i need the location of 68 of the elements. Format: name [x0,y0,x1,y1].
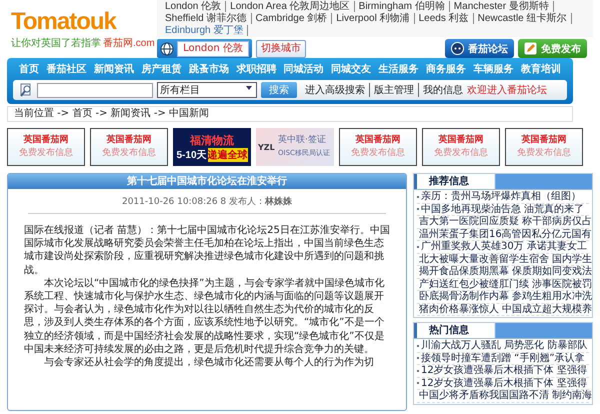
forum-button[interactable]: 番茄论坛 [445,39,514,58]
ad-subtitle: 免费发布信息 [102,147,156,160]
globe-icon [160,42,174,56]
city-link[interactable]: London Area 伦敦周边地区 [226,1,355,12]
news-link[interactable]: 川渝大战万人骚乱 局势恶化 防暴部队 [421,340,588,352]
search-field[interactable] [37,82,153,98]
ad-title: 英国番茄网 [106,134,152,147]
article-paragraph: 本次论坛以“中国城市化的绿色抉择”为主题，与会专家学者就中国绿色城市化系统工程、快速城市化与保护水生态、绿色城市化的内涵与面临的问题等议题展开探讨。与会者认为，绿色城市化作为对以往以牺牲自然生态为代价的城市化的反思，涉及到人类生存体系的各个方面，应该系统性地予以研究。“城市化”不是一个独立的经济领域，而是中国经济社会发展的战略性要求，实现“绿色城市化”不仅是中国未来经济可持续发展的必由之路，更是后危机时代提升综合竞争力的关键。 [24,276,386,356]
pencil-icon [524,42,537,55]
news-link[interactable]: 亲历：贵州马场坪爆炸真相（组图） [421,191,581,202]
city-link[interactable]: Cambridge 剑桥 [252,13,332,24]
article-paragraph: 与会专家还从社会学的角度提出，绿色城市化还需要从每个人的行为作为切 [43,356,375,370]
news-link[interactable]: 接领导时撞车遭刮蹭 “手刚翘”承认拿 [421,352,585,364]
news-link[interactable]: 吉大第一医院回应质疑 称干部病房仅占 [419,216,592,228]
news-link[interactable]: 广州重奖救人英雄30万 承诺其妻女工 [421,241,587,252]
toolbar-link[interactable]: 进入高级搜索 [301,83,365,97]
news-link[interactable]: 中国多地再现柴油告急 油荒真的来了 [421,204,584,215]
city-link[interactable]: Sheffield 谢菲尔德 [161,13,252,24]
article-meta: 2011-10-26 10:08:26 8 发布人：林姝姝 [28,189,386,214]
city-link[interactable]: Liverpool 利物浦 [332,13,415,24]
ad-banner[interactable]: 英国番茄网 免费发布信息 [339,128,417,166]
article-title: 第十七届中国城市化论坛在淮安举行 [8,174,406,189]
ad-title: 英中联·签证 [278,134,327,147]
toolbar-link[interactable]: 欢迎进入番茄论坛 [467,83,547,97]
ad-subtitle: 免费发布信息 [517,147,571,160]
news-link[interactable]: 揭开食品保质期黑幕 保质期如同变戏法 [419,266,592,278]
ad-title: 英国番茄网 [24,134,68,147]
breadcrumb: 当前位置 -> 首页 -> 新闻资讯 -> 中国新闻 [14,108,210,119]
ad-logo: YZL [258,142,276,154]
ad-title: 英国番茄网 [438,134,484,147]
ad-banner[interactable]: 英国番茄网 免费发布信息 [422,128,500,166]
news-link[interactable]: 猪肉价格暴涨惊人 中国成立超大规模养 [419,304,592,315]
city-link[interactable]: Manchester 曼彻斯特 [450,1,554,12]
ad-banner[interactable]: 英国番茄网 免费发布信息 [90,128,168,166]
article-paragraph: 国际在线报道（记者 苗慧）：第十七届中国城市化论坛25日在江苏淮安举行。中国国际城市化发展战略研究委员会荣誉主任毛加柏在论坛上指出，中国当前绿色生态城市建设尚处探索阶段，应重视研究解决推进绿色城市化建设中所遇到的问题和挑战。 [24,224,391,277]
site-name: 番茄网.com [103,36,155,50]
city-link[interactable]: London 伦敦 [161,1,226,12]
toolbar-link[interactable]: 我的信息 [418,83,463,97]
category-dropdown[interactable]: 所有栏目 [157,82,257,98]
ad-banner[interactable]: 英国番茄网 免费发布信息 [7,128,85,166]
city-link[interactable]: Leeds 利兹 [414,13,474,24]
ad-title: 英国番茄网 [356,134,400,147]
news-link[interactable]: 温州茉蛋子集团16高管因私分亿元国有 [419,228,592,240]
ad-title: 福清物流 [190,132,234,148]
ad-subtitle: 5-10天 [176,148,206,162]
news-link[interactable]: 北大被曝大量改善留学生宿舍 国内学生 [419,254,592,265]
news-link[interactable]: 12岁女孩遭强暴后木根插下体 坚强得 [421,365,587,376]
ad-subtitle: 免费发布信息 [434,147,488,160]
panel-title: 推荐信息 [414,174,481,189]
city-selector[interactable]: London 伦敦 [157,39,252,58]
city-link[interactable]: Newcastle 纽卡斯尔 [474,13,572,24]
ad-banner[interactable]: 英国番茄网 免费发布信息 [505,128,583,166]
ad-subtitle: 免费发布信息 [19,147,73,160]
news-link[interactable]: 卧底揭骨汤制作内幕 参鸡生粗用水冲洗 [419,291,592,302]
panel-title: 热门信息 [414,323,481,338]
news-link[interactable]: 中国少将矛盾称我国国路不清 制约南海 [419,390,592,402]
toolbar-link[interactable]: 版主管理 [369,83,414,97]
ad-title: 英国番茄网 [522,134,566,147]
switch-city-button[interactable]: 切换城市 [256,40,306,58]
news-link[interactable]: 产妇送红包少被缝肛门续 涉事医院被罚 [419,278,592,290]
ad-subtitle: 免费发布信息 [351,147,405,160]
tagline: 让你对英国了若指掌 [11,36,101,50]
search-icon [19,83,33,97]
chat-icon [451,42,464,55]
city-link[interactable]: Birmingham 伯明翰 [354,1,450,12]
news-link[interactable]: 12岁女孩遭强暴后木根插下体 坚强得 [421,378,587,389]
city-link[interactable]: Edinburgh 爱丁堡 [161,25,248,36]
caret-icon [246,86,252,90]
